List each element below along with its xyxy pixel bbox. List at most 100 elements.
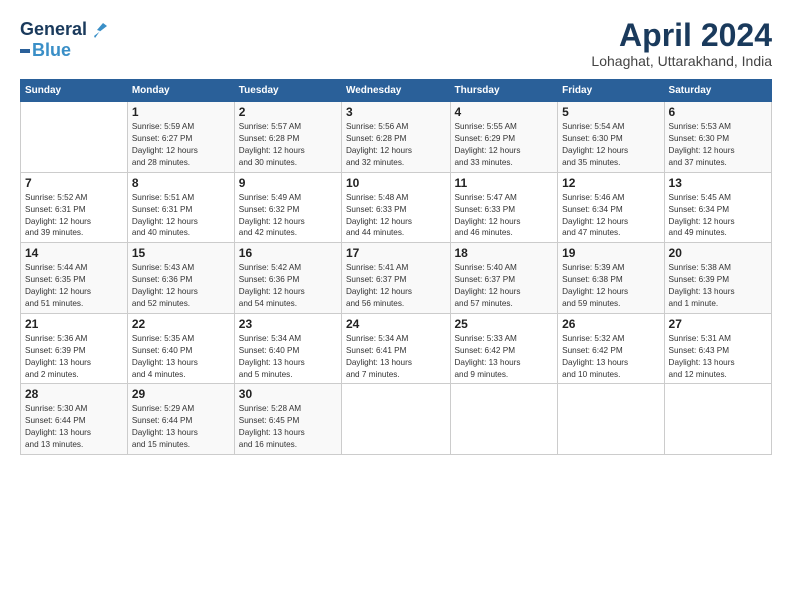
cell-data: Sunrise: 5:28 AM Sunset: 6:45 PM Dayligh… [239,403,337,451]
cell-2-4: 18 Sunrise: 5:40 AM Sunset: 6:37 PM Dayli… [450,243,558,314]
location: Lohaghat, Uttarakhand, India [591,53,772,69]
cell-data: Sunrise: 5:51 AM Sunset: 6:31 PM Dayligh… [132,192,230,240]
day-number: 26 [562,317,659,331]
day-number: 1 [132,105,230,119]
cell-4-3 [341,384,450,455]
day-number: 4 [455,105,554,119]
cell-data: Sunrise: 5:31 AM Sunset: 6:43 PM Dayligh… [669,333,767,381]
day-number: 6 [669,105,767,119]
cell-0-3: 3 Sunrise: 5:56 AM Sunset: 6:28 PM Daylig… [341,102,450,173]
day-number: 13 [669,176,767,190]
cell-1-6: 13 Sunrise: 5:45 AM Sunset: 6:34 PM Dayli… [664,172,771,243]
page-header: General Blue April 2024 Lohaghat, Uttara… [20,18,772,69]
cell-0-4: 4Sunrise: 5:55 AM Sunset: 6:29 PM Daylig… [450,102,558,173]
header-row: SundayMondayTuesdayWednesdayThursdayFrid… [21,80,772,102]
cell-data: Sunrise: 5:32 AM Sunset: 6:42 PM Dayligh… [562,333,659,381]
day-number: 3 [346,105,446,119]
week-row-4: 28 Sunrise: 5:30 AM Sunset: 6:44 PM Dayli… [21,384,772,455]
header-saturday: Saturday [664,80,771,102]
week-row-3: 21 Sunrise: 5:36 AM Sunset: 6:39 PM Dayli… [21,313,772,384]
week-row-2: 14 Sunrise: 5:44 AM Sunset: 6:35 PM Dayli… [21,243,772,314]
cell-data: Sunrise: 5:59 AM Sunset: 6:27 PM Dayligh… [132,121,230,169]
day-number: 14 [25,246,123,260]
cell-3-4: 25 Sunrise: 5:33 AM Sunset: 6:42 PM Dayli… [450,313,558,384]
cell-2-6: 20 Sunrise: 5:38 AM Sunset: 6:39 PM Dayli… [664,243,771,314]
day-number: 15 [132,246,230,260]
day-number: 30 [239,387,337,401]
cell-data: Sunrise: 5:43 AM Sunset: 6:36 PM Dayligh… [132,262,230,310]
header-sunday: Sunday [21,80,128,102]
cell-data: Sunrise: 5:39 AM Sunset: 6:38 PM Dayligh… [562,262,659,310]
cell-data: Sunrise: 5:34 AM Sunset: 6:41 PM Dayligh… [346,333,446,381]
day-number: 16 [239,246,337,260]
cell-0-1: 1 Sunrise: 5:59 AM Sunset: 6:27 PM Daylig… [127,102,234,173]
calendar-table: SundayMondayTuesdayWednesdayThursdayFrid… [20,79,772,455]
header-wednesday: Wednesday [341,80,450,102]
day-number: 2 [239,105,337,119]
cell-3-1: 22 Sunrise: 5:35 AM Sunset: 6:40 PM Dayli… [127,313,234,384]
cell-1-4: 11Sunrise: 5:47 AM Sunset: 6:33 PM Dayli… [450,172,558,243]
day-number: 23 [239,317,337,331]
day-number: 24 [346,317,446,331]
day-number: 27 [669,317,767,331]
cell-data: Sunrise: 5:30 AM Sunset: 6:44 PM Dayligh… [25,403,123,451]
cell-1-5: 12 Sunrise: 5:46 AM Sunset: 6:34 PM Dayli… [558,172,664,243]
cell-data: Sunrise: 5:42 AM Sunset: 6:36 PM Dayligh… [239,262,337,310]
header-thursday: Thursday [450,80,558,102]
cell-data: Sunrise: 5:56 AM Sunset: 6:28 PM Dayligh… [346,121,446,169]
cell-data: Sunrise: 5:54 AM Sunset: 6:30 PM Dayligh… [562,121,659,169]
cell-data: Sunrise: 5:40 AM Sunset: 6:37 PM Dayligh… [455,262,554,310]
day-number: 21 [25,317,123,331]
day-number: 7 [25,176,123,190]
cell-data: Sunrise: 5:44 AM Sunset: 6:35 PM Dayligh… [25,262,123,310]
title-block: April 2024 Lohaghat, Uttarakhand, India [591,18,772,69]
day-number: 25 [455,317,554,331]
cell-3-2: 23 Sunrise: 5:34 AM Sunset: 6:40 PM Dayli… [234,313,341,384]
day-number: 17 [346,246,446,260]
cell-data: Sunrise: 5:33 AM Sunset: 6:42 PM Dayligh… [455,333,554,381]
cell-3-3: 24 Sunrise: 5:34 AM Sunset: 6:41 PM Dayli… [341,313,450,384]
week-row-1: 7 Sunrise: 5:52 AM Sunset: 6:31 PM Daylig… [21,172,772,243]
header-tuesday: Tuesday [234,80,341,102]
logo-blue: Blue [32,40,71,61]
day-number: 19 [562,246,659,260]
day-number: 9 [239,176,337,190]
day-number: 22 [132,317,230,331]
cell-data: Sunrise: 5:29 AM Sunset: 6:44 PM Dayligh… [132,403,230,451]
cell-data: Sunrise: 5:36 AM Sunset: 6:39 PM Dayligh… [25,333,123,381]
cell-data: Sunrise: 5:35 AM Sunset: 6:40 PM Dayligh… [132,333,230,381]
cell-0-5: 5Sunrise: 5:54 AM Sunset: 6:30 PM Daylig… [558,102,664,173]
cell-1-2: 9 Sunrise: 5:49 AM Sunset: 6:32 PM Daylig… [234,172,341,243]
cell-3-6: 27 Sunrise: 5:31 AM Sunset: 6:43 PM Dayli… [664,313,771,384]
cell-1-0: 7 Sunrise: 5:52 AM Sunset: 6:31 PM Daylig… [21,172,128,243]
cell-data: Sunrise: 5:49 AM Sunset: 6:32 PM Dayligh… [239,192,337,240]
cell-data: Sunrise: 5:38 AM Sunset: 6:39 PM Dayligh… [669,262,767,310]
day-number: 29 [132,387,230,401]
cell-data: Sunrise: 5:52 AM Sunset: 6:31 PM Dayligh… [25,192,123,240]
cell-4-4 [450,384,558,455]
cell-0-0 [21,102,128,173]
header-friday: Friday [558,80,664,102]
cell-4-6 [664,384,771,455]
cell-2-5: 19 Sunrise: 5:39 AM Sunset: 6:38 PM Dayli… [558,243,664,314]
cell-4-2: 30 Sunrise: 5:28 AM Sunset: 6:45 PM Dayli… [234,384,341,455]
cell-2-2: 16 Sunrise: 5:42 AM Sunset: 6:36 PM Dayli… [234,243,341,314]
header-monday: Monday [127,80,234,102]
cell-data: Sunrise: 5:48 AM Sunset: 6:33 PM Dayligh… [346,192,446,240]
cell-3-0: 21 Sunrise: 5:36 AM Sunset: 6:39 PM Dayli… [21,313,128,384]
cell-data: Sunrise: 5:47 AM Sunset: 6:33 PM Dayligh… [455,192,554,240]
cell-1-1: 8Sunrise: 5:51 AM Sunset: 6:31 PM Daylig… [127,172,234,243]
cell-data: Sunrise: 5:45 AM Sunset: 6:34 PM Dayligh… [669,192,767,240]
day-number: 10 [346,176,446,190]
day-number: 12 [562,176,659,190]
day-number: 20 [669,246,767,260]
cell-2-3: 17 Sunrise: 5:41 AM Sunset: 6:37 PM Dayli… [341,243,450,314]
cell-data: Sunrise: 5:34 AM Sunset: 6:40 PM Dayligh… [239,333,337,381]
day-number: 28 [25,387,123,401]
cell-data: Sunrise: 5:46 AM Sunset: 6:34 PM Dayligh… [562,192,659,240]
cell-0-6: 6Sunrise: 5:53 AM Sunset: 6:30 PM Daylig… [664,102,771,173]
logo-icon [89,18,111,40]
logo: General Blue [20,18,111,61]
cell-data: Sunrise: 5:41 AM Sunset: 6:37 PM Dayligh… [346,262,446,310]
day-number: 18 [455,246,554,260]
